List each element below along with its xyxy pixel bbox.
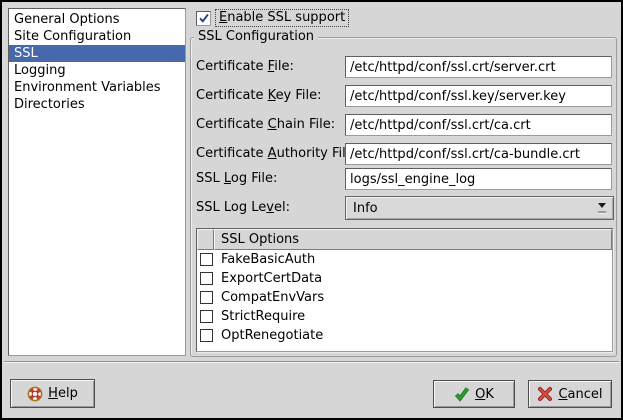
- sidebar-item-general-options[interactable]: General Options: [9, 11, 185, 28]
- option-label: CompatEnvVars: [221, 290, 324, 305]
- dropdown-arrow-icon: [591, 198, 612, 218]
- enable-ssl-row: Enable SSL support: [196, 9, 349, 27]
- enable-ssl-checkbox[interactable]: [196, 11, 211, 26]
- optrenegotiate-checkbox[interactable]: [200, 329, 213, 342]
- bottom-separator: [4, 361, 619, 363]
- table-row-fakebasicauth[interactable]: FakeBasicAuth: [197, 250, 612, 269]
- certificate-authority-file-row: Certificate Authority File:: [2, 143, 623, 165]
- option-label: ExportCertData: [221, 271, 322, 286]
- ok-button[interactable]: OK: [433, 380, 515, 408]
- enable-ssl-label-mnemonic: E: [219, 10, 227, 25]
- frame-title: SSL Configuration: [194, 29, 318, 44]
- ssl-options-checkbox-column-header[interactable]: [197, 229, 214, 250]
- ssl-log-level-row: SSL Log Level: Info: [2, 196, 623, 220]
- certificate-file-row: Certificate File:: [2, 56, 623, 78]
- lifebuoy-icon: [27, 386, 43, 402]
- compatenvvars-checkbox[interactable]: [200, 291, 213, 304]
- enable-ssl-label[interactable]: Enable SSL support: [215, 9, 349, 27]
- table-row-optrenegotiate[interactable]: OptRenegotiate: [197, 326, 612, 345]
- ssl-log-level-label: SSL Log Level:: [196, 196, 290, 220]
- ok-check-icon: [454, 386, 470, 402]
- ssl-log-file-label: SSL Log File:: [196, 168, 277, 190]
- certificate-key-file-input[interactable]: [345, 85, 612, 107]
- cancel-button-label: Cancel: [558, 387, 602, 402]
- check-icon: [198, 12, 210, 24]
- certificate-chain-file-input[interactable]: [345, 114, 612, 136]
- option-label: StrictRequire: [221, 309, 305, 324]
- ssl-log-level-dropdown[interactable]: Info: [345, 196, 614, 220]
- ssl-options-table: SSL Options FakeBasicAuth ExportCertData…: [196, 228, 613, 352]
- option-label: OptRenegotiate: [221, 328, 323, 343]
- httpd-config-dialog: General Options Site Configuration SSL L…: [0, 0, 623, 420]
- fakebasicauth-checkbox[interactable]: [200, 253, 213, 266]
- certificate-authority-file-label: Certificate Authority File:: [196, 143, 358, 165]
- sidebar-item-site-configuration[interactable]: Site Configuration: [9, 28, 185, 45]
- certificate-key-file-row: Certificate Key File:: [2, 85, 623, 107]
- ssl-log-file-row: SSL Log File:: [2, 168, 623, 190]
- strictrequire-checkbox[interactable]: [200, 310, 213, 323]
- table-row-strictrequire[interactable]: StrictRequire: [197, 307, 612, 326]
- help-button[interactable]: Help: [10, 379, 95, 408]
- certificate-authority-file-input[interactable]: [345, 143, 612, 165]
- help-button-label: Help: [48, 386, 78, 401]
- certificate-key-file-label: Certificate Key File:: [196, 85, 322, 107]
- ssl-log-level-value: Info: [353, 201, 378, 216]
- ok-button-label: OK: [475, 387, 494, 402]
- exportcertdata-checkbox[interactable]: [200, 272, 213, 285]
- enable-ssl-label-text: nable SSL support: [227, 10, 345, 25]
- certificate-file-input[interactable]: [345, 56, 612, 78]
- certificate-file-label: Certificate File:: [196, 56, 294, 78]
- table-row-exportcertdata[interactable]: ExportCertData: [197, 269, 612, 288]
- option-label: FakeBasicAuth: [221, 252, 315, 267]
- certificate-chain-file-row: Certificate Chain File:: [2, 114, 623, 136]
- table-row-compatenvvars[interactable]: CompatEnvVars: [197, 288, 612, 307]
- ssl-options-column-header[interactable]: SSL Options: [214, 229, 612, 250]
- ssl-options-header-row: SSL Options: [197, 229, 612, 250]
- certificate-chain-file-label: Certificate Chain File:: [196, 114, 335, 136]
- cancel-button[interactable]: Cancel: [528, 380, 612, 408]
- cancel-x-icon: [537, 386, 553, 402]
- ssl-log-file-input[interactable]: [345, 168, 612, 190]
